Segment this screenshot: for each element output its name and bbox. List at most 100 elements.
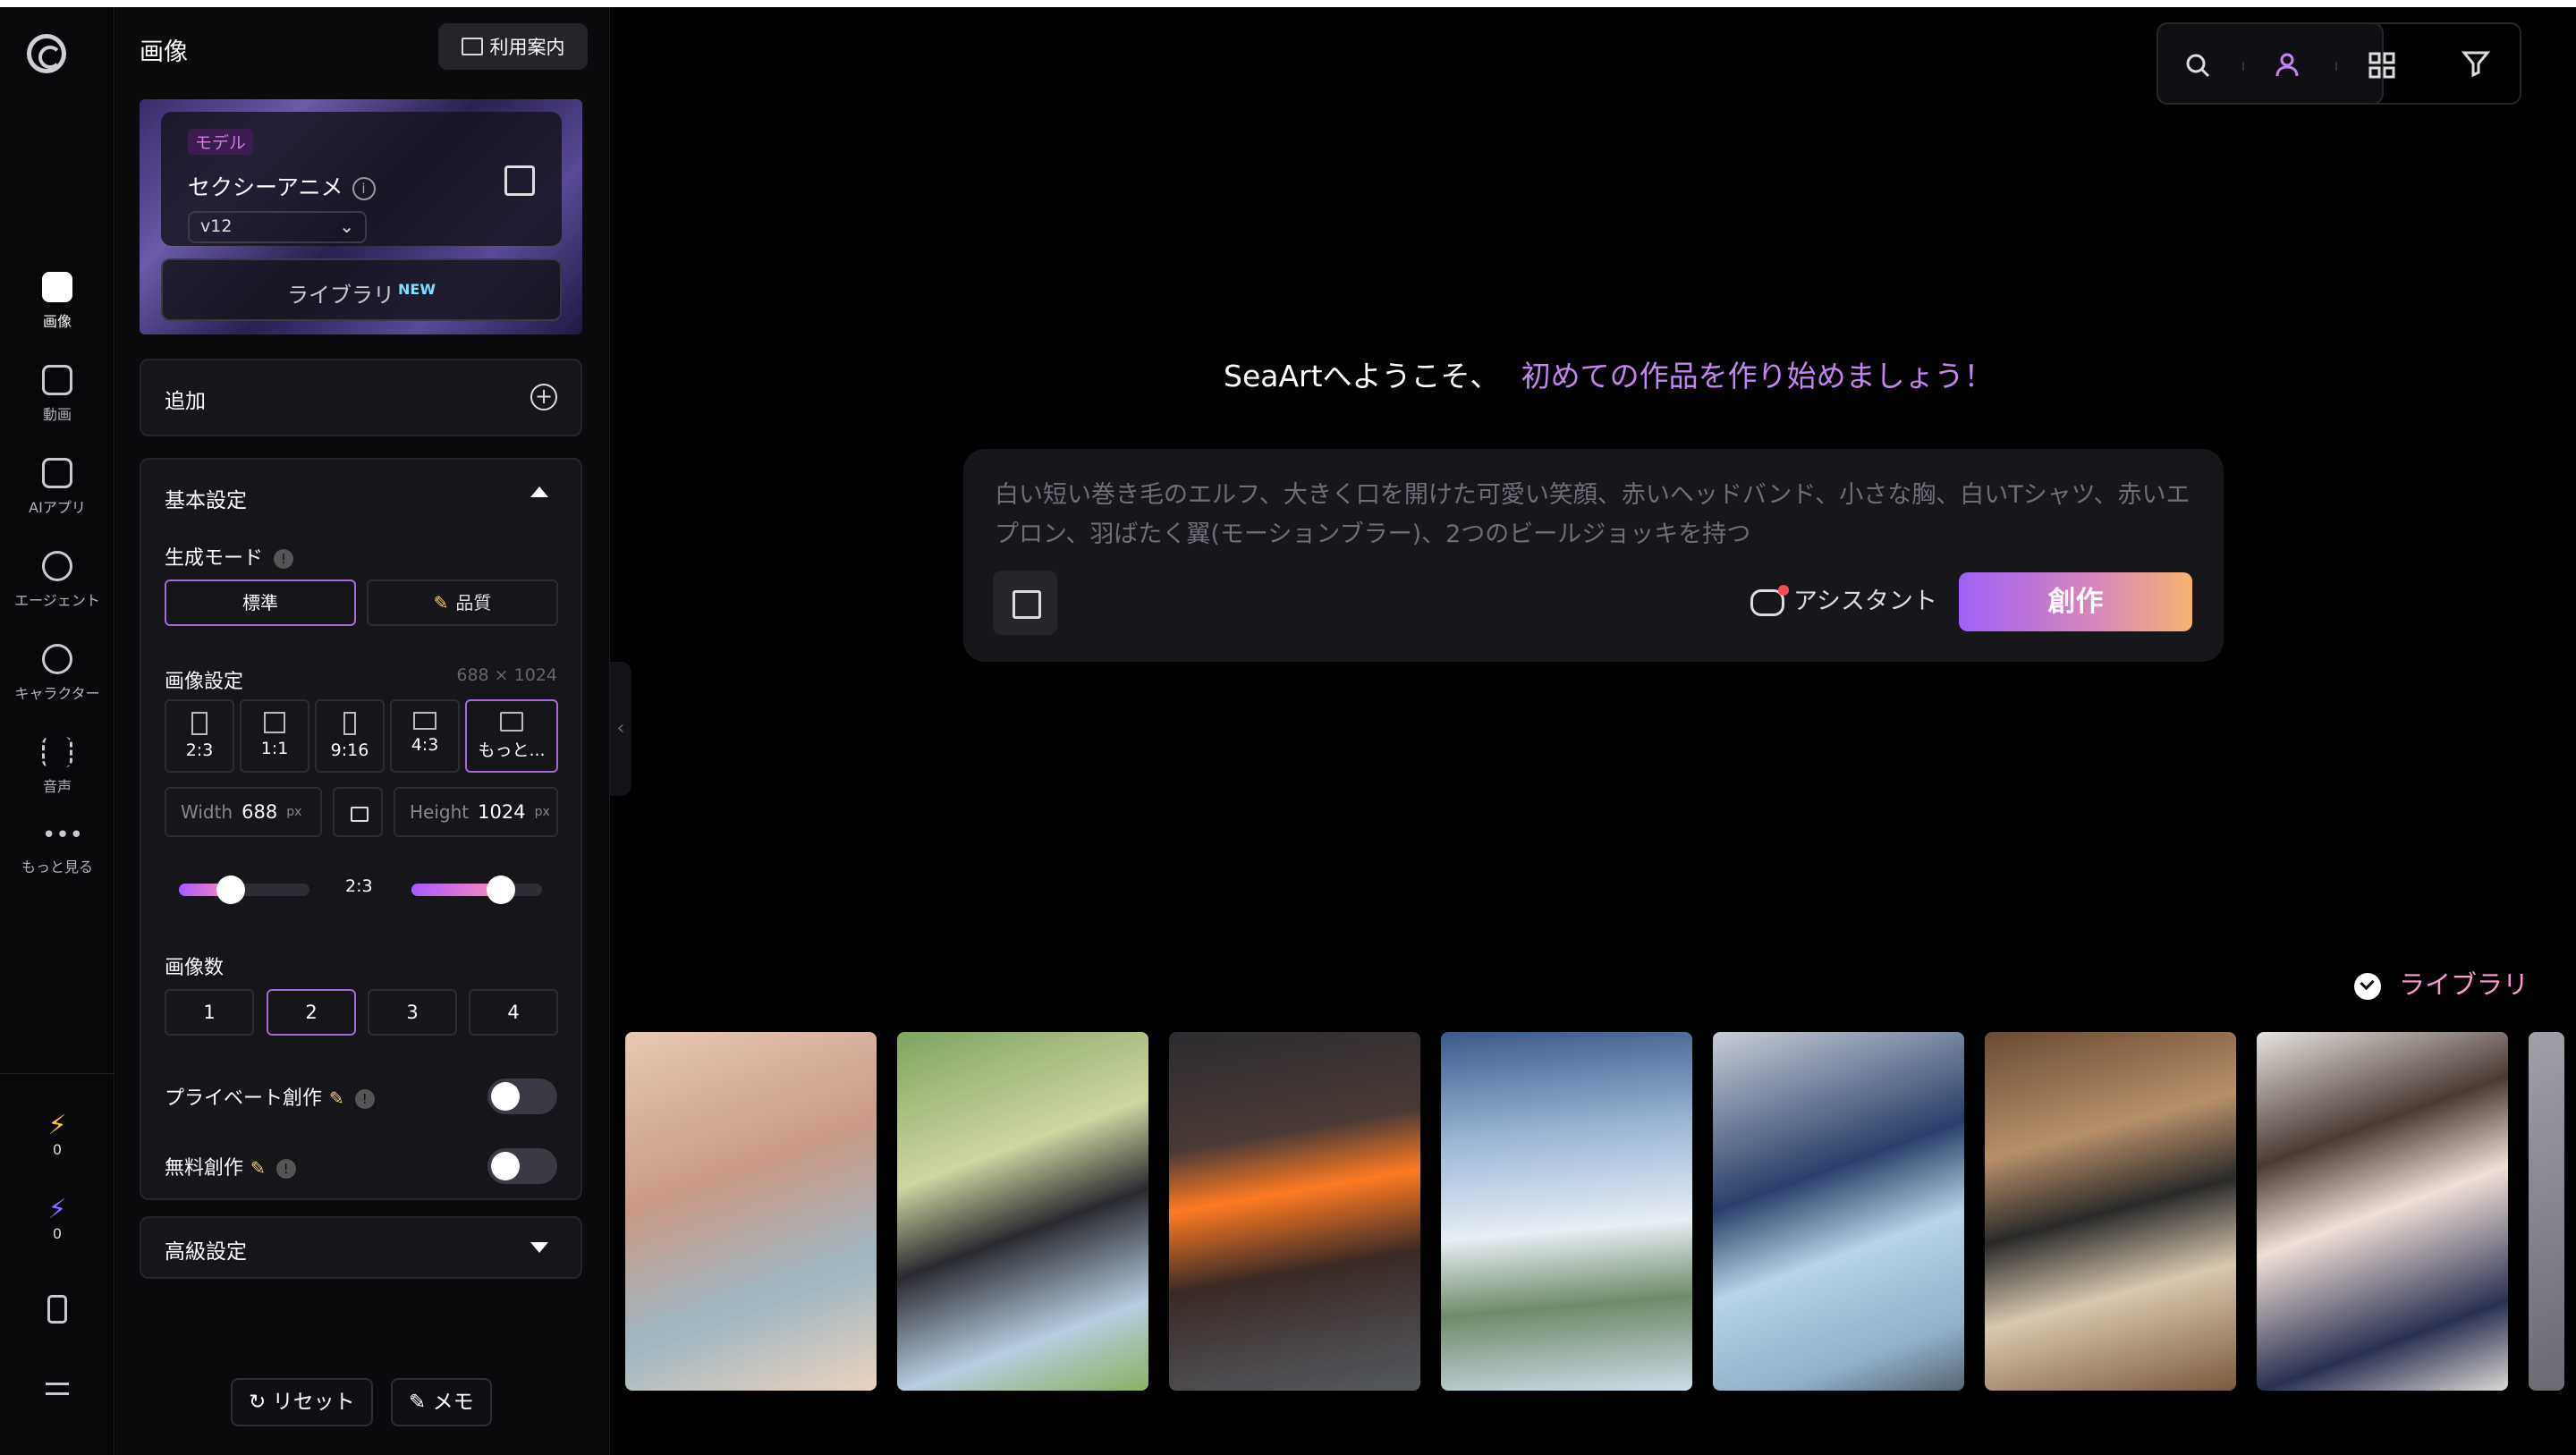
seaart-logo-icon[interactable]	[27, 34, 66, 73]
nav-item-more[interactable]: ••• もっと見る	[0, 822, 114, 876]
height-slider-knob[interactable]	[487, 876, 515, 904]
gallery-image[interactable]	[625, 1032, 877, 1391]
agent-icon	[42, 551, 72, 581]
chevron-down-icon: ⌄	[339, 216, 354, 237]
count-1-button[interactable]: 1	[165, 989, 254, 1036]
aspect-lock-icon[interactable]	[333, 787, 383, 837]
power-icon: ⚡	[47, 1194, 67, 1225]
caret-up-icon[interactable]	[530, 486, 548, 497]
height-slider[interactable]	[411, 876, 542, 904]
image-settings-label: 画像設定	[165, 671, 244, 693]
nav-item-audio[interactable]: 音声	[0, 737, 114, 796]
nav-item-agent[interactable]: エージェント	[0, 551, 114, 610]
audio-icon	[42, 737, 72, 767]
create-button[interactable]: 創作	[1959, 572, 2192, 631]
video-icon	[42, 365, 72, 395]
gallery-image[interactable]	[1169, 1032, 1420, 1391]
memo-icon: ✎	[409, 1391, 427, 1414]
book-icon	[461, 38, 483, 55]
toolbar-divider	[2335, 62, 2337, 71]
search-icon[interactable]	[2183, 51, 2212, 80]
ratio-shape-icon	[343, 712, 356, 735]
assistant-button[interactable]: アシスタント	[1750, 581, 1937, 616]
gallery-image[interactable]	[1985, 1032, 2236, 1391]
check-icon	[2354, 973, 2381, 1000]
ratio-shape-icon	[413, 712, 436, 730]
nav-item-ai-app[interactable]: AIアプリ	[0, 458, 114, 517]
ratio-1-1[interactable]: 1:1	[240, 699, 309, 773]
basic-settings-section: 基本設定 生成モード! 標準 ✎ 品質 画像設定 688 × 1024 2:3 1…	[140, 458, 582, 1200]
info-icon[interactable]: i	[352, 177, 376, 200]
image-upload-icon[interactable]	[993, 571, 1057, 635]
gen-mode-label: 生成モード!	[165, 542, 294, 571]
mobile-app-button[interactable]	[0, 1295, 114, 1324]
more-icon: •••	[42, 822, 84, 849]
basic-settings-header[interactable]: 基本設定	[165, 483, 247, 513]
gallery-image[interactable]	[1441, 1032, 1692, 1391]
ratio-shape-icon	[191, 712, 208, 735]
new-badge: NEW	[398, 281, 436, 298]
width-slider-knob[interactable]	[216, 876, 245, 904]
prompt-input[interactable]: 白い短い巻き毛のエルフ、大きく口を開けた可愛い笑顔、赤いヘッドバンド、小さな胸、…	[995, 476, 2193, 554]
mode-quality-button[interactable]: ✎ 品質	[367, 579, 558, 626]
filter-icon[interactable]	[2462, 49, 2490, 78]
gallery-image[interactable]	[897, 1032, 1148, 1391]
count-4-button[interactable]: 4	[469, 989, 558, 1036]
ratio-more[interactable]: もっと...	[465, 699, 558, 773]
width-field[interactable]: Width 688 px	[165, 787, 322, 837]
private-create-toggle[interactable]	[487, 1079, 557, 1114]
welcome-heading: SeaArtへようこそ、 初めての作品を作り始めましょう！	[1224, 359, 1994, 393]
ratio-4-3[interactable]: 4:3	[390, 699, 460, 773]
help-icon[interactable]: !	[274, 549, 294, 569]
swap-model-icon[interactable]	[504, 165, 535, 196]
model-info: モデル セクシーアニメ i v12 ⌄	[161, 112, 562, 246]
free-create-toggle[interactable]	[487, 1148, 557, 1184]
nav-divider	[0, 1073, 114, 1074]
nav-item-video[interactable]: 動画	[0, 365, 114, 424]
gallery-image[interactable]	[2257, 1032, 2508, 1391]
users-icon[interactable]	[2275, 51, 2303, 80]
version-select[interactable]: v12 ⌄	[188, 211, 367, 243]
plus-icon: +	[530, 384, 557, 410]
top-toolbar	[2157, 22, 2395, 105]
model-name: セクシーアニメ i	[188, 170, 376, 202]
gallery-image[interactable]	[1713, 1032, 1964, 1391]
ratio-9-16[interactable]: 9:16	[315, 699, 385, 773]
nav-item-character[interactable]: キャラクター	[0, 644, 114, 703]
width-slider[interactable]	[179, 876, 309, 904]
add-section[interactable]: 追加 +	[140, 359, 582, 436]
memo-button[interactable]: ✎ メモ	[391, 1378, 492, 1426]
guide-button[interactable]: 利用案内	[438, 23, 588, 70]
ratio-2-3[interactable]: 2:3	[165, 699, 234, 773]
menu-button[interactable]	[0, 1383, 114, 1395]
reset-icon: ↻	[249, 1391, 267, 1414]
vip-icon: ✎	[433, 592, 449, 613]
nav-item-image[interactable]: 画像	[0, 272, 114, 331]
assistant-icon	[1750, 584, 1789, 616]
help-icon[interactable]: !	[354, 1089, 375, 1109]
prompt-box: 白い短い巻き毛のエルフ、大きく口を開けた可愛い笑顔、赤いヘッドバンド、小さな胸、…	[963, 449, 2224, 662]
power-stat[interactable]: ⚡ 0	[0, 1194, 114, 1243]
help-icon[interactable]: !	[275, 1159, 296, 1179]
advanced-settings-section[interactable]: 高級設定	[140, 1216, 582, 1279]
library-link[interactable]: ライブラリ	[2354, 964, 2529, 1002]
count-3-button[interactable]: 3	[368, 989, 457, 1036]
character-icon	[42, 644, 72, 674]
toolbar-divider	[2242, 62, 2244, 71]
advanced-settings-label: 高級設定	[165, 1240, 247, 1264]
add-label: 追加	[165, 390, 206, 413]
model-card[interactable]: モデル セクシーアニメ i v12 ⌄ ライブラリ NEW	[140, 99, 582, 334]
grid-icon[interactable]	[2368, 51, 2396, 80]
image-icon	[42, 272, 72, 302]
count-2-button[interactable]: 2	[267, 989, 356, 1036]
library-button[interactable]: ライブラリ NEW	[161, 258, 562, 321]
height-field[interactable]: Height 1024 px	[394, 787, 558, 837]
mode-standard-button[interactable]: 標準	[165, 579, 356, 626]
lightning-stat[interactable]: ⚡ 0	[0, 1111, 114, 1159]
collapse-panel-button[interactable]: ‹	[610, 662, 631, 796]
reset-button[interactable]: ↻ リセット	[231, 1378, 373, 1426]
settings-panel: 画像 利用案内 モデル セクシーアニメ i v12 ⌄ ライブラリ NEW 追加 +…	[115, 7, 610, 1455]
gallery-image[interactable]	[2529, 1032, 2564, 1391]
image-count-label: 画像数	[165, 957, 225, 979]
free-create-label: 無料創作 ✎!	[165, 1152, 296, 1180]
